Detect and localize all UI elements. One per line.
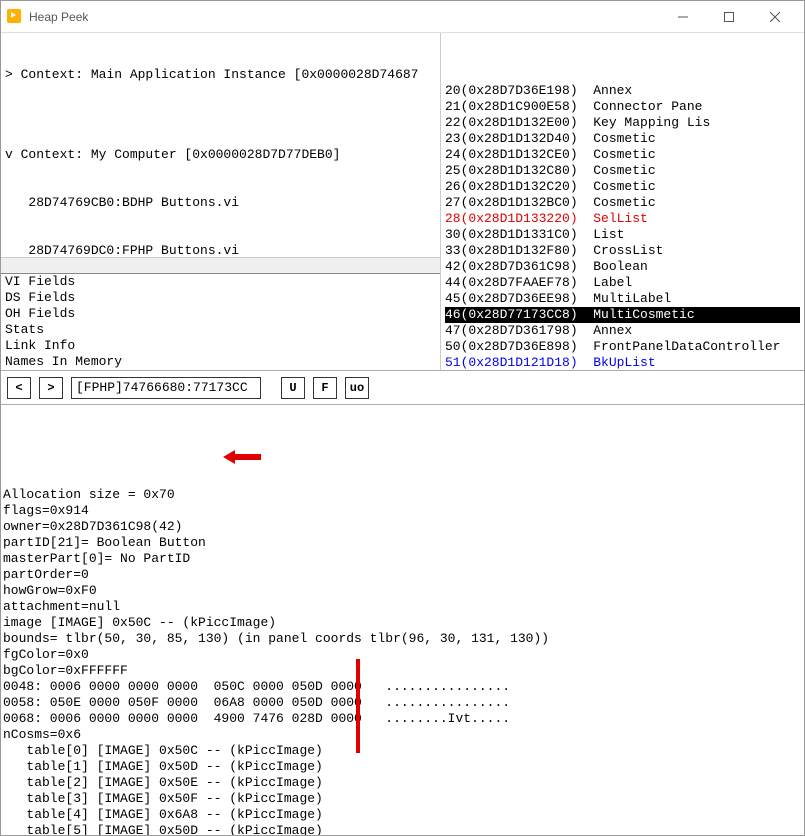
tree-item[interactable]: 28D74769CB0:BDHP Buttons.vi — [5, 195, 436, 211]
object-list-item[interactable]: 50(0x28D7D36E898) FrontPanelDataControll… — [445, 339, 800, 355]
context-tree[interactable]: > Context: Main Application Instance [0x… — [1, 33, 440, 257]
detail-line: 0048: 0006 0000 0000 0000 050C 0000 050D… — [3, 679, 802, 695]
detail-line: fgColor=0x0 — [3, 647, 802, 663]
cmd-vi-fields[interactable]: VI Fields — [5, 274, 436, 290]
detail-line: nCosms=0x6 — [3, 727, 802, 743]
cmd-oh-fields[interactable]: OH Fields — [5, 306, 436, 322]
path-input[interactable] — [71, 377, 261, 399]
detail-line: table[1] [IMAGE] 0x50D -- (kPiccImage) — [3, 759, 802, 775]
object-list-item[interactable]: 20(0x28D7D36E198) Annex — [445, 83, 800, 99]
detail-line: attachment=null — [3, 599, 802, 615]
detail-line: bgColor=0xFFFFFF — [3, 663, 802, 679]
cmd-ds-fields[interactable]: DS Fields — [5, 290, 436, 306]
left-panel: > Context: Main Application Instance [0x… — [1, 33, 441, 370]
object-list-item[interactable]: 47(0x28D7D361798) Annex — [445, 323, 800, 339]
detail-line: 0068: 0006 0000 0000 0000 4900 7476 028D… — [3, 711, 802, 727]
detail-line: 0058: 050E 0000 050F 0000 06A8 0000 050D… — [3, 695, 802, 711]
detail-line: table[4] [IMAGE] 0x6A8 -- (kPiccImage) — [3, 807, 802, 823]
object-list-item[interactable]: 46(0x28D77173CC8) MultiCosmetic — [445, 307, 800, 323]
window-title: Heap Peek — [29, 10, 88, 24]
detail-line: partOrder=0 — [3, 567, 802, 583]
detail-line: bounds= tlbr(50, 30, 85, 130) (in panel … — [3, 631, 802, 647]
detail-line: table[3] [IMAGE] 0x50F -- (kPiccImage) — [3, 791, 802, 807]
nav-toolbar: < > U F uo — [1, 371, 804, 405]
object-list[interactable]: 20(0x28D7D36E198) Annex21(0x28D1C900E58)… — [441, 33, 804, 370]
detail-line: owner=0x28D7D361C98(42) — [3, 519, 802, 535]
detail-line: Allocation size = 0x70 — [3, 487, 802, 503]
u-button[interactable]: U — [281, 377, 305, 399]
forward-button[interactable]: > — [39, 377, 63, 399]
app-window: Heap Peek > Context: Main Application In… — [0, 0, 805, 836]
context-collapsed[interactable]: > Context: Main Application Instance [0x… — [5, 67, 436, 83]
f-button[interactable]: F — [313, 377, 337, 399]
object-list-item[interactable]: 30(0x28D1D1331C0) List — [445, 227, 800, 243]
object-list-item[interactable]: 22(0x28D1D132E00) Key Mapping Lis — [445, 115, 800, 131]
object-list-item[interactable]: 23(0x28D1D132D40) Cosmetic — [445, 131, 800, 147]
object-list-item[interactable]: 33(0x28D1D132F80) CrossList — [445, 243, 800, 259]
object-list-item[interactable]: 42(0x28D7D361C98) Boolean — [445, 259, 800, 275]
horizontal-scrollbar[interactable] — [1, 257, 440, 273]
cmd-names-in-mem[interactable]: Names In Memory — [5, 354, 436, 370]
object-list-item[interactable]: 21(0x28D1C900E58) Connector Pane — [445, 99, 800, 115]
detail-line: masterPart[0]= No PartID — [3, 551, 802, 567]
app-icon — [7, 9, 23, 25]
titlebar: Heap Peek — [1, 1, 804, 33]
annotation-arrow-icon — [223, 450, 261, 464]
object-list-item[interactable]: 44(0x28D7FAAEF78) Label — [445, 275, 800, 291]
cmd-link-info[interactable]: Link Info — [5, 338, 436, 354]
context-expanded[interactable]: v Context: My Computer [0x0000028D7D77DE… — [5, 147, 436, 163]
object-list-item[interactable]: 26(0x28D1D132C20) Cosmetic — [445, 179, 800, 195]
object-list-item[interactable]: 28(0x28D1D133220) SelList — [445, 211, 800, 227]
close-button[interactable] — [752, 2, 798, 32]
uo-button[interactable]: uo — [345, 377, 369, 399]
object-list-item[interactable]: 51(0x28D1D121D18) BkUpList — [445, 355, 800, 370]
detail-line: flags=0x914 — [3, 503, 802, 519]
object-list-item[interactable]: 24(0x28D1D132CE0) Cosmetic — [445, 147, 800, 163]
object-list-item[interactable]: 27(0x28D1D132BC0) Cosmetic — [445, 195, 800, 211]
detail-line: howGrow=0xF0 — [3, 583, 802, 599]
maximize-button[interactable] — [706, 2, 752, 32]
object-list-item[interactable]: 25(0x28D1D132C80) Cosmetic — [445, 163, 800, 179]
back-button[interactable]: < — [7, 377, 31, 399]
cmd-stats[interactable]: Stats — [5, 322, 436, 338]
detail-pane[interactable]: Allocation size = 0x70flags=0x914owner=0… — [1, 405, 804, 835]
object-list-item[interactable]: 45(0x28D7D36EE98) MultiLabel — [445, 291, 800, 307]
detail-line: table[0] [IMAGE] 0x50C -- (kPiccImage) — [3, 743, 802, 759]
upper-panels: > Context: Main Application Instance [0x… — [1, 33, 804, 371]
minimize-button[interactable] — [660, 2, 706, 32]
detail-line: partID[21]= Boolean Button — [3, 535, 802, 551]
detail-line: image [IMAGE] 0x50C -- (kPiccImage) — [3, 615, 802, 631]
detail-line: table[2] [IMAGE] 0x50E -- (kPiccImage) — [3, 775, 802, 791]
tree-item[interactable]: 28D74769DC0:FPHP Buttons.vi — [5, 243, 436, 257]
detail-line: table[5] [IMAGE] 0x50D -- (kPiccImage) — [3, 823, 802, 835]
annotation-bar — [356, 659, 360, 753]
command-list: VI Fields DS Fields OH Fields Stats Link… — [1, 273, 440, 370]
